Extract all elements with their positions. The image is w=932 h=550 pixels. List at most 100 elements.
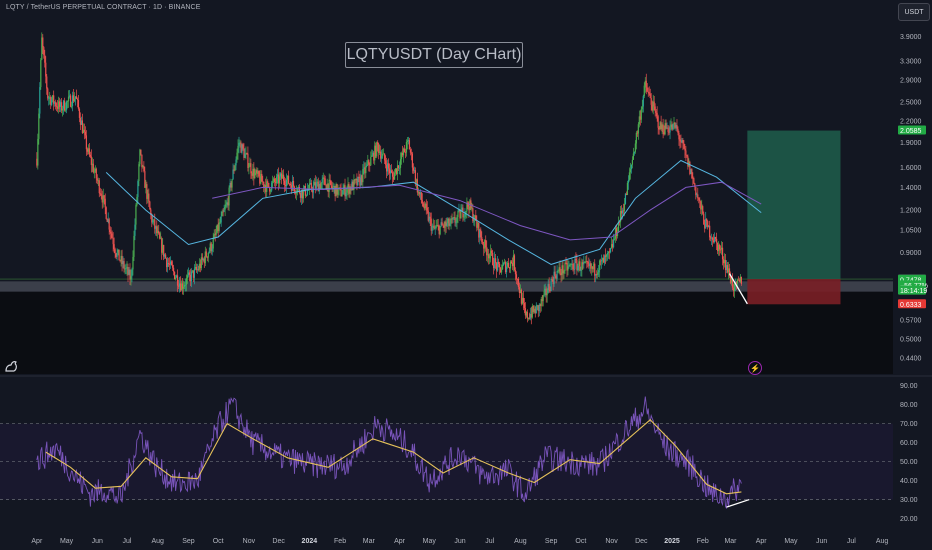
candle-body: [276, 176, 278, 184]
candle-body: [90, 156, 92, 165]
candle-body: [403, 148, 406, 153]
candle-body: [703, 213, 705, 225]
candle-body: [165, 254, 167, 259]
candle-body: [365, 165, 367, 174]
candle-body: [381, 156, 383, 159]
candle-body: [244, 153, 246, 158]
candle-body: [43, 47, 45, 55]
candle-body: [46, 76, 48, 89]
candle-body: [159, 233, 161, 239]
price-tick-label: 0.5000: [900, 337, 922, 344]
x-tick-label: Feb: [697, 538, 709, 545]
x-tick-label: 2024: [302, 538, 318, 545]
candle-body: [480, 229, 482, 237]
candle-body: [482, 241, 484, 244]
candle-body: [274, 178, 276, 183]
candle-body: [433, 225, 435, 229]
candle-body: [133, 235, 135, 257]
candle-body: [114, 249, 116, 254]
candle-body: [408, 140, 411, 150]
rsi-tick-label: 60.00: [900, 440, 918, 447]
candle-body: [601, 260, 603, 262]
candle-body: [514, 270, 517, 275]
candle-body: [409, 149, 412, 153]
candle-body: [542, 295, 544, 302]
candle-body: [93, 171, 95, 173]
price-tick-label: 0.4400: [900, 355, 922, 362]
candle-body: [112, 237, 114, 245]
candle-body: [218, 222, 220, 231]
x-tick-label: Nov: [605, 538, 618, 545]
candle-body: [208, 250, 210, 253]
x-tick-label: Oct: [213, 538, 224, 545]
candle-body: [292, 181, 295, 187]
price-tick-label: 1.0500: [900, 227, 922, 234]
candle-body: [564, 262, 566, 272]
candle-body: [612, 239, 615, 248]
price-label-target: 2.0585: [900, 128, 922, 135]
candle-body: [657, 116, 659, 128]
currency-unit-button[interactable]: USDT: [898, 3, 930, 21]
candle-body: [254, 172, 256, 178]
rsi-tick-label: 40.00: [900, 478, 918, 485]
candle-body: [176, 275, 179, 286]
candle-body: [502, 263, 505, 265]
candle-body: [678, 132, 680, 140]
candle-body: [271, 182, 273, 191]
candle-body: [452, 217, 454, 220]
price-tick-label: 1.6000: [900, 165, 922, 172]
candle-body: [691, 169, 693, 179]
candle-body: [125, 268, 127, 270]
candle-body: [66, 101, 69, 103]
tradingview-logo-icon[interactable]: [4, 358, 20, 374]
candle-body: [499, 263, 501, 268]
candle-body: [231, 179, 233, 188]
candle-body: [489, 255, 491, 259]
x-tick-label: May: [784, 538, 798, 545]
candle-body: [321, 179, 323, 183]
candle-body: [111, 233, 113, 238]
rsi-tick-label: 70.00: [900, 421, 918, 428]
candle-body: [89, 154, 91, 157]
candle-body: [283, 180, 286, 186]
candle-body: [579, 261, 581, 271]
candle-body: [556, 270, 558, 279]
candle-body: [168, 262, 170, 265]
candle-body: [507, 262, 510, 268]
candle-body: [225, 204, 227, 207]
x-tick-label: May: [60, 538, 74, 545]
candle-body: [55, 102, 57, 107]
rsi-tick-label: 50.00: [900, 459, 918, 466]
candle-body: [486, 247, 488, 256]
candle-body: [131, 269, 133, 277]
lightning-icon[interactable]: ⚡: [748, 361, 762, 375]
candle-body: [535, 305, 537, 314]
candle-body: [305, 194, 307, 196]
candle-body: [323, 177, 325, 179]
candle-body: [426, 207, 428, 211]
candle-body: [219, 222, 221, 224]
candle-body: [640, 109, 642, 120]
candle-body: [76, 98, 79, 100]
candle-body: [642, 96, 644, 107]
candle-body: [75, 96, 78, 99]
candle-body: [434, 227, 436, 229]
price-tick-label: 1.4000: [900, 185, 922, 192]
candle-body: [242, 144, 244, 149]
candle-body: [298, 186, 301, 193]
candle-body: [455, 222, 457, 224]
candle-body: [454, 217, 456, 223]
candle-body: [247, 153, 249, 168]
candle-body: [613, 238, 616, 240]
candle-body: [543, 290, 545, 296]
candle-body: [118, 249, 120, 261]
candle-body: [546, 292, 548, 296]
candle-body: [648, 92, 650, 94]
chart-canvas[interactable]: 0.4400 0.5000 0.5700 0.9000 1.0500 1.2000 1.40…: [0, 0, 932, 550]
candle-body: [211, 248, 213, 252]
candle-body: [719, 249, 722, 251]
candle-body: [623, 203, 626, 211]
candle-body: [279, 176, 281, 184]
candle-body: [429, 216, 431, 219]
candle-body: [377, 142, 379, 145]
